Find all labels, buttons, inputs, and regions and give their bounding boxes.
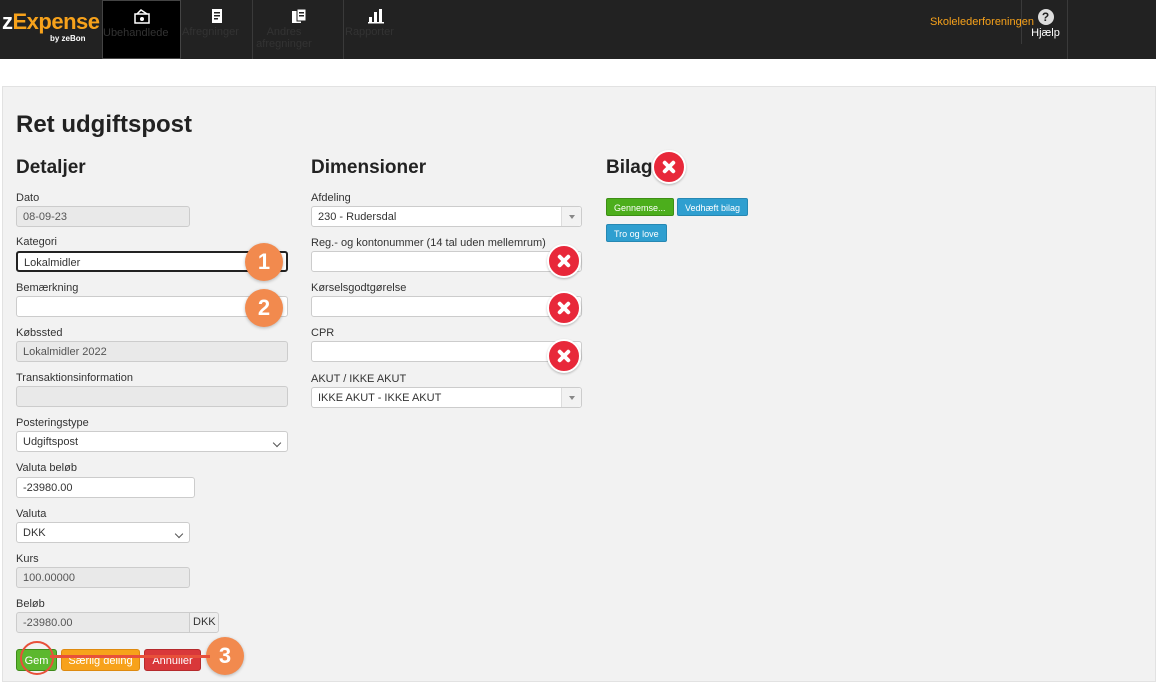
cpr-label: CPR	[311, 327, 335, 339]
valuta-label: Valuta	[16, 508, 47, 520]
help-button[interactable]: ? Hjælp	[1024, 0, 1068, 59]
main-panel	[2, 86, 1156, 682]
akut-combobox[interactable]: IKKE AKUT - IKKE AKUT	[311, 387, 582, 408]
nav-afregninger[interactable]: Afregninger	[182, 0, 253, 59]
cancel-button[interactable]: Annuller	[144, 649, 201, 671]
logo-text: zExpense	[2, 9, 100, 34]
reg-label: Reg.- og kontonummer (14 tal uden mellem…	[311, 237, 546, 249]
posteringstype-label: Posteringstype	[16, 417, 89, 429]
dato-label: Dato	[16, 192, 40, 204]
cpr-input[interactable]	[311, 341, 582, 362]
posteringstype-select[interactable]: Udgiftspost	[16, 431, 288, 452]
documents-icon	[291, 8, 306, 23]
valuta-belob-label: Valuta beløb	[16, 462, 77, 474]
nav-rapporter[interactable]: Rapporter	[345, 0, 407, 59]
belob-currency: DKK	[189, 612, 219, 633]
korsel-label: Kørselsgodtgørelse	[311, 282, 407, 294]
document-icon	[212, 9, 222, 23]
annotation-badge-1: 1	[245, 243, 283, 281]
tro-og-love-button[interactable]: Tro og love	[606, 224, 667, 242]
kobssted-label: Købssted	[16, 327, 63, 339]
dato-field: 08-09-23	[16, 206, 190, 227]
attach-button[interactable]: Vedhæft bilag	[677, 198, 749, 216]
nav-ubehandlede[interactable]: Ubehandlede	[102, 0, 181, 59]
bemaerkning-label: Bemærkning	[16, 282, 79, 294]
organization-name[interactable]: Skolelederforeningen	[930, 0, 1034, 44]
error-x-icon	[547, 244, 581, 278]
belob-label: Beløb	[16, 598, 45, 610]
kategori-label: Kategori	[16, 236, 57, 248]
page-title: Ret udgiftspost	[16, 111, 192, 138]
chevron-down-icon[interactable]	[561, 388, 581, 407]
transaktion-label: Transaktionsinformation	[16, 372, 133, 384]
akut-label: AKUT / IKKE AKUT	[311, 373, 407, 385]
kurs-label: Kurs	[16, 553, 39, 565]
kobssted-field: Lokalmidler 2022	[16, 341, 288, 362]
error-x-icon	[547, 291, 581, 325]
annotation-badge-3: 3	[206, 637, 244, 675]
kurs-field: 100.00000	[16, 567, 190, 588]
question-icon: ?	[1037, 9, 1054, 25]
zexpense-logo[interactable]: zExpense by zeBon	[2, 9, 100, 49]
bilag-heading: Bilag	[606, 157, 653, 178]
annotation-arrow	[50, 655, 210, 658]
error-x-icon	[547, 339, 581, 373]
annotation-badge-2: 2	[245, 289, 283, 327]
afdeling-combobox[interactable]: 230 - Rudersdal	[311, 206, 582, 227]
details-heading: Detaljer	[16, 157, 86, 178]
receipt-stack-icon	[133, 9, 150, 24]
help-label: Hjælp	[1031, 27, 1060, 39]
reg-input[interactable]	[311, 251, 582, 272]
afdeling-label: Afdeling	[311, 192, 351, 204]
transaktion-field	[16, 386, 288, 407]
nav-label: Andres afregninger	[256, 26, 312, 50]
korsel-input[interactable]	[311, 296, 582, 317]
valuta-belob-input[interactable]: -23980.00	[16, 477, 195, 498]
nav-andres-afregninger[interactable]: Andres afregninger	[254, 0, 344, 59]
top-navbar: zExpense by zeBon Ubehandlede Afregninge…	[0, 0, 1156, 59]
annotation-highlight-circle	[20, 641, 54, 675]
dimensions-heading: Dimensioner	[311, 157, 427, 178]
bar-chart-icon	[368, 9, 384, 24]
nav-label: Rapporter	[345, 26, 394, 38]
logo-by: by zeBon	[50, 34, 86, 43]
error-x-icon	[652, 150, 686, 184]
valuta-select[interactable]: DKK	[16, 522, 190, 543]
browse-button[interactable]: Gennemse...	[606, 198, 674, 216]
belob-field: -23980.00	[16, 612, 190, 633]
split-button[interactable]: Særlig deling	[61, 649, 140, 671]
chevron-down-icon[interactable]	[561, 207, 581, 226]
nav-label: Ubehandlede	[103, 27, 169, 39]
nav-label: Afregninger	[182, 26, 239, 38]
afdeling-value: 230 - Rudersdal	[318, 211, 397, 223]
akut-value: IKKE AKUT - IKKE AKUT	[318, 392, 442, 404]
